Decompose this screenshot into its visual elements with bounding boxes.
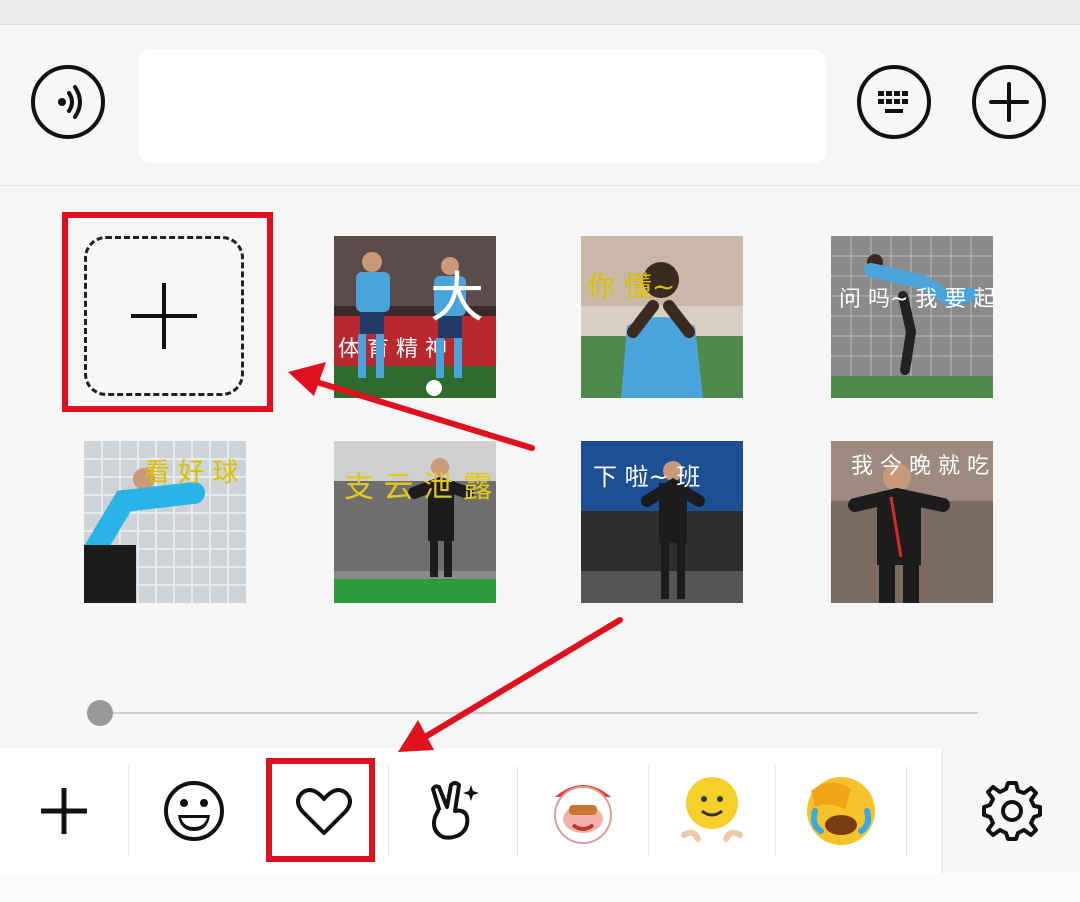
settings-tab[interactable] [943,748,1080,874]
pack-laughing-tab[interactable] [776,748,906,874]
smiley-icon [164,781,224,841]
more-button[interactable] [972,65,1046,139]
clown-sticker-icon [554,785,612,844]
status-strip [0,0,1080,25]
settings-panel [942,748,1080,874]
gear-icon [982,781,1042,841]
sticker-6[interactable]: 下 啦~ 班 [581,441,743,603]
plus-circle-icon [989,82,1029,122]
favorites-tab-highlight [266,758,375,862]
sticker-5-image: 支 云 泄 露 [334,441,496,603]
sticker-1[interactable]: 体 育 精 神 大 [334,236,496,398]
sticker-2-caption: 你 懂~ [587,270,675,303]
sticker-1-image: 体 育 精 神 大 [334,236,496,398]
voice-button[interactable] [31,65,105,139]
voice-icon [58,85,82,119]
sticker-1-banner-text: 体 育 精 神 [338,337,447,362]
sticker-7-image: 我 今 晚 就 吃 公 多 [831,441,993,603]
sticker-2-image: 你 懂~ [581,236,743,398]
plus-icon [41,788,87,834]
sticker-3[interactable]: 问 吗~ 我 要 起 飞 啦~ [831,236,993,398]
pack-clown-tab[interactable] [518,748,648,874]
sticker-3-image: 问 吗~ 我 要 起 飞 啦~ [831,236,993,398]
page-slider-track[interactable] [100,712,978,714]
page-slider-thumb[interactable] [87,700,113,726]
sticker-2[interactable]: 你 懂~ [581,236,743,398]
pack-smiley-tab[interactable] [649,748,775,874]
facepalm-laugh-icon [807,777,875,845]
sticker-4-image: 看 好 球 又 大 又 圆~ [84,441,246,603]
victory-hand-icon [431,781,479,840]
waving-smiley-icon [681,777,743,842]
sticker-5[interactable]: 支 云 泄 露 [334,441,496,603]
sticker-4[interactable]: 看 好 球 又 大 又 圆~ [84,441,246,603]
message-input[interactable] [138,49,826,163]
sticker-7-caption: 我 今 晚 就 吃 公 多 [851,454,993,479]
stickers-tab[interactable] [389,748,517,874]
sticker-6-caption: 下 啦~ 班 [593,463,700,491]
sticker-1-caption: 大 [430,266,484,329]
bottom-strip [0,874,1080,902]
add-tab[interactable] [0,748,128,874]
sticker-tab-bar [0,748,1080,874]
keyboard-button[interactable] [857,65,931,139]
keyboard-icon [878,91,908,113]
sticker-5-caption: 支 云 泄 露 [344,470,493,505]
sticker-7[interactable]: 我 今 晚 就 吃 公 多 [831,441,993,603]
add-tile-highlight [62,212,273,412]
sticker-6-image: 下 啦~ 班 [581,441,743,603]
input-bar [0,25,1080,186]
sticker-4-caption: 看 好 球 又 大 又 圆~ [144,458,246,488]
tab-divider [906,766,907,856]
sticker-3-caption: 问 吗~ 我 要 起 飞 啦~ [839,287,993,312]
arrow-to-favorites-tab [398,617,623,752]
emoji-tab[interactable] [129,748,259,874]
